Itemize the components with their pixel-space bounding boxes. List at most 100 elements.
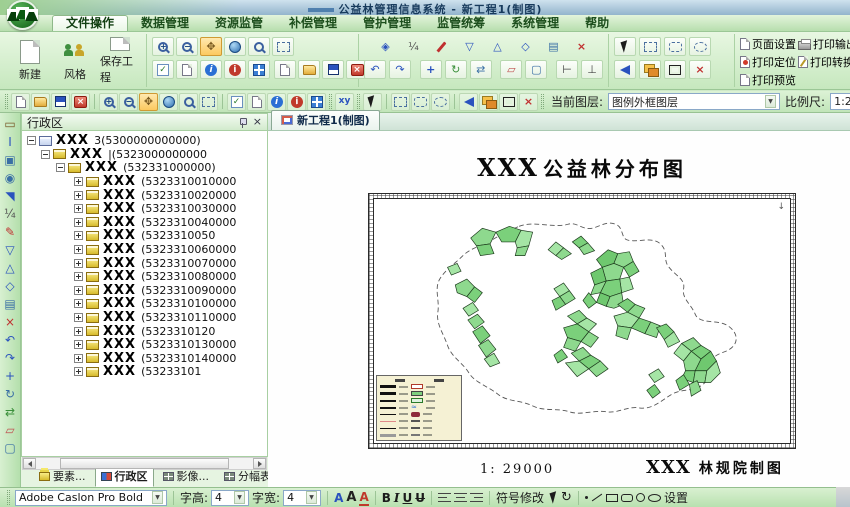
qb-zoom-select-button[interactable]	[179, 93, 198, 111]
current-layer-combo[interactable]: 图例外框图层 ▼	[608, 93, 780, 110]
burst-button[interactable]: ×	[571, 37, 593, 56]
select-check-button[interactable]: ✓	[152, 60, 174, 79]
save-button[interactable]	[322, 60, 344, 79]
pointer-tool-button[interactable]	[550, 491, 560, 504]
qb-zoom-in-button[interactable]: +	[99, 93, 118, 111]
crop-button[interactable]	[664, 60, 686, 79]
qb-save-button[interactable]	[51, 93, 70, 111]
qb-close-button[interactable]: ×	[71, 93, 90, 111]
expand-toggle[interactable]	[74, 340, 83, 349]
move-feature-button[interactable]: +	[420, 60, 442, 79]
extent-button[interactable]	[248, 60, 270, 79]
tree-item[interactable]: XXX (5323310120	[22, 324, 267, 338]
qb-full-extent-button[interactable]	[159, 93, 178, 111]
expand-toggle[interactable]	[74, 218, 83, 227]
strikethrough-button[interactable]: U	[415, 491, 425, 505]
resize-corner[interactable]	[836, 487, 850, 507]
toolbar-grip[interactable]	[357, 94, 360, 109]
sidebar-tab[interactable]: 影像...	[157, 466, 216, 487]
menu-tab[interactable]: 系统管理	[498, 16, 572, 31]
left-tool-icon[interactable]: ×	[2, 314, 19, 330]
expand-toggle[interactable]	[74, 299, 83, 308]
qb-new-button[interactable]	[11, 93, 30, 111]
measure-button[interactable]: ⊢	[556, 60, 578, 79]
char-width-combo[interactable]: 4 ▼	[283, 490, 321, 506]
document-tab[interactable]: 新工程1(制图)	[271, 110, 380, 130]
select-rect-button[interactable]	[639, 37, 661, 56]
bold-button[interactable]: B	[382, 491, 391, 505]
left-tool-icon[interactable]: ↻	[2, 386, 19, 402]
navigate-button[interactable]: ◈	[375, 37, 397, 56]
qb-zoom-box-button[interactable]	[199, 93, 218, 111]
align-center-button[interactable]	[454, 492, 467, 503]
line-rect-button[interactable]: ▱	[500, 60, 522, 79]
tree-item[interactable]: XXX (5323310030000	[22, 202, 267, 216]
underline-button[interactable]: U	[403, 491, 413, 505]
tree-item[interactable]: XXX (5323310010000	[22, 175, 267, 189]
menu-tab[interactable]: 文件操作	[52, 15, 128, 31]
tree-item[interactable]: XXX (5323310080000	[22, 270, 267, 284]
style-button[interactable]: 风格	[54, 36, 96, 86]
qb-select-rect-button[interactable]	[391, 93, 410, 111]
left-tool-icon[interactable]: ◉	[2, 170, 19, 186]
close-icon[interactable]: ×	[253, 117, 262, 127]
circle-tool-button[interactable]	[636, 493, 645, 502]
qb-check-button[interactable]: ✓	[227, 93, 246, 111]
zoom-box-button[interactable]	[272, 37, 294, 56]
qb-extent-button[interactable]	[307, 93, 326, 111]
qb-crop-button[interactable]	[499, 93, 518, 111]
redo-button[interactable]: ↷	[389, 60, 411, 79]
menu-tab[interactable]: 补偿管理	[276, 16, 350, 31]
tree-item-l3[interactable]: XXX (532331000000)	[22, 161, 267, 175]
tree-item[interactable]: XXX (5323310060000	[22, 243, 267, 257]
tree-horizontal-scrollbar[interactable]	[22, 457, 267, 470]
qb-open-button[interactable]	[31, 93, 50, 111]
chevron-down-icon[interactable]: ▼	[306, 491, 317, 504]
left-tool-icon[interactable]: ▤	[2, 296, 19, 312]
tree-item-root[interactable]: XXX 3(5300000000000)	[22, 134, 267, 148]
rounded-rect-tool-button[interactable]	[621, 494, 633, 502]
left-tool-icon[interactable]: ↷	[2, 350, 19, 366]
toolbar-grip[interactable]	[541, 94, 544, 109]
qb-select-circle-button[interactable]	[431, 93, 450, 111]
tree-item[interactable]: XXX (5323310040000	[22, 216, 267, 230]
full-extent-button[interactable]	[224, 37, 246, 56]
rotate-feature-button[interactable]: ↻	[445, 60, 467, 79]
chevron-down-icon[interactable]: ▼	[765, 95, 776, 108]
qb-clear-button[interactable]: ×	[519, 93, 538, 111]
ellipse-tool-button[interactable]	[648, 494, 661, 502]
polygon-down-button[interactable]: ▽	[459, 37, 481, 56]
tree-item[interactable]: XXX (5323310130000	[22, 338, 267, 352]
expand-toggle[interactable]	[27, 136, 36, 145]
rect-button[interactable]: ▢	[525, 60, 547, 79]
italic-button[interactable]: I	[394, 491, 400, 505]
expand-toggle[interactable]	[74, 313, 83, 322]
expand-toggle[interactable]	[74, 231, 83, 240]
left-tool-icon[interactable]: △	[2, 260, 19, 276]
layers-button[interactable]	[639, 60, 661, 79]
qb-flag-button[interactable]	[459, 93, 478, 111]
identify-red-button[interactable]: i	[224, 60, 246, 79]
rotate-tool-button[interactable]: ↻	[561, 491, 572, 505]
left-tool-icon[interactable]: ▽	[2, 242, 19, 258]
qb-page-button[interactable]	[247, 93, 266, 111]
left-tool-icon[interactable]: ⇄	[2, 404, 19, 420]
snap-button[interactable]: ¼	[403, 37, 425, 56]
font-color-red-button[interactable]: A	[359, 490, 368, 506]
tree-item[interactable]: XXX (5323310100000	[22, 297, 267, 311]
qb-zoom-out-button[interactable]: −	[119, 93, 138, 111]
open-button[interactable]	[298, 60, 320, 79]
qb-xy-button[interactable]: xy	[335, 93, 354, 111]
align-left-button[interactable]	[438, 492, 451, 503]
chevron-down-icon[interactable]: ▼	[152, 491, 163, 504]
expand-toggle[interactable]	[74, 367, 83, 376]
left-tool-icon[interactable]: ▭	[2, 116, 19, 132]
font-color-blue-button[interactable]: A	[334, 491, 343, 505]
print-output-button[interactable]: 打印输出	[813, 36, 850, 52]
tree-item[interactable]: XXX (5323310090000	[22, 284, 267, 298]
expand-toggle[interactable]	[74, 327, 83, 336]
tree-item[interactable]: XXX (5323310110000	[22, 311, 267, 325]
expand-toggle[interactable]	[56, 163, 65, 172]
zoom-select-button[interactable]	[248, 37, 270, 56]
expand-toggle[interactable]	[74, 204, 83, 213]
